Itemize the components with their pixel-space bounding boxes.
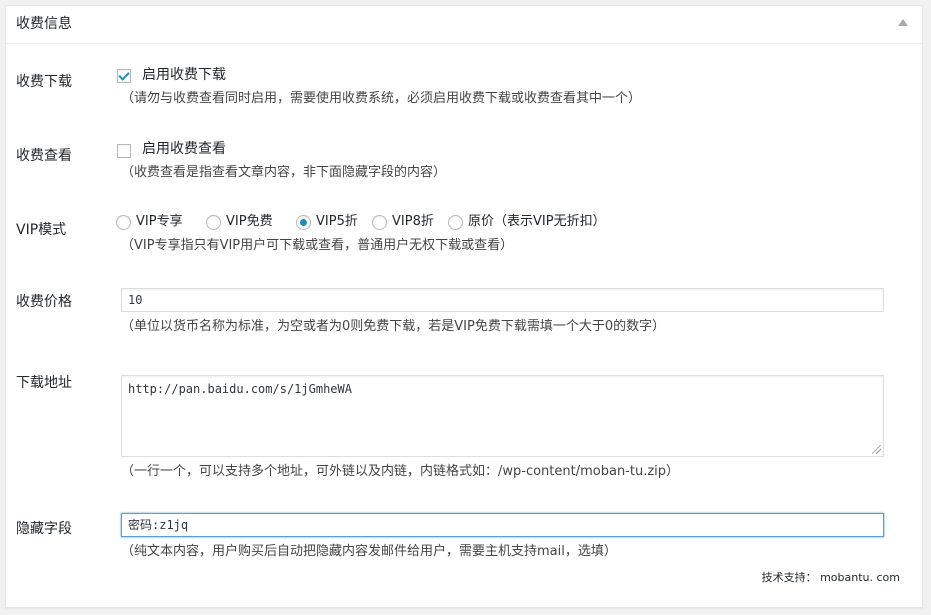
download-url-value: http://pan.baidu.com/s/1jGmheWA <box>128 382 352 396</box>
vip-80-off-radio[interactable] <box>372 215 387 230</box>
vip-mode-desc: （VIP专享指只有VIP用户可下载或查看，普通用户无权下载或查看） <box>121 238 514 253</box>
price-input[interactable]: 10 <box>121 288 884 312</box>
vip-exclusive-radio[interactable] <box>116 215 131 230</box>
paid-download-label: 收费下载 <box>16 74 72 90</box>
resize-handle-icon[interactable] <box>872 445 881 454</box>
vip-50-off-radio-label[interactable]: VIP5折 <box>316 214 358 230</box>
hidden-field-input[interactable]: 密码:z1jq <box>121 513 884 537</box>
vip-exclusive-radio-label[interactable]: VIP专享 <box>136 214 183 230</box>
paid-download-desc: （请勿与收费查看同时启用，需要使用收费系统，必须启用收费下载或收费查看其中一个） <box>121 91 642 106</box>
vip-80-off-radio-label[interactable]: VIP8折 <box>392 214 434 230</box>
download-url-label: 下载地址 <box>16 375 72 391</box>
panel-header[interactable]: 收费信息 <box>6 6 922 44</box>
paid-view-checkbox[interactable] <box>117 144 131 158</box>
original-price-radio[interactable] <box>448 215 463 230</box>
vip-free-radio[interactable] <box>206 215 221 230</box>
hidden-field-label: 隐藏字段 <box>16 521 72 537</box>
vip-mode-label: VIP模式 <box>16 222 67 238</box>
payment-info-panel: 收费信息 收费下载 启用收费下载 （请勿与收费查看同时启用，需要使用收费系统，必… <box>5 5 923 608</box>
tech-support-credit: 技术支持： mobantu. com <box>761 571 900 584</box>
paid-download-checkbox[interactable] <box>117 69 131 83</box>
collapse-arrow-icon[interactable] <box>898 19 908 26</box>
price-desc: （单位以货币名称为标准，为空或者为0则免费下载，若是VIP免费下载需填一个大于0… <box>121 319 666 334</box>
paid-view-label: 收费查看 <box>16 148 72 164</box>
vip-50-off-radio[interactable] <box>296 215 311 230</box>
paid-download-checkbox-label[interactable]: 启用收费下载 <box>142 67 226 83</box>
hidden-field-desc: （纯文本内容，用户购买后自动把隐藏内容发邮件给用户，需要主机支持mail，选填） <box>121 544 617 559</box>
vip-free-radio-label[interactable]: VIP免费 <box>226 214 273 230</box>
panel-title: 收费信息 <box>16 16 72 32</box>
paid-view-checkbox-label[interactable]: 启用收费查看 <box>142 141 226 157</box>
paid-view-desc: （收费查看是指查看文章内容，非下面隐藏字段的内容） <box>121 165 447 180</box>
download-url-desc: （一行一个，可以支持多个地址，可外链以及内链，内链格式如：/wp-content… <box>121 464 680 479</box>
original-price-radio-label[interactable]: 原价（表示VIP无折扣） <box>468 214 606 230</box>
price-label: 收费价格 <box>16 294 72 310</box>
download-url-textarea[interactable]: http://pan.baidu.com/s/1jGmheWA <box>121 375 884 457</box>
